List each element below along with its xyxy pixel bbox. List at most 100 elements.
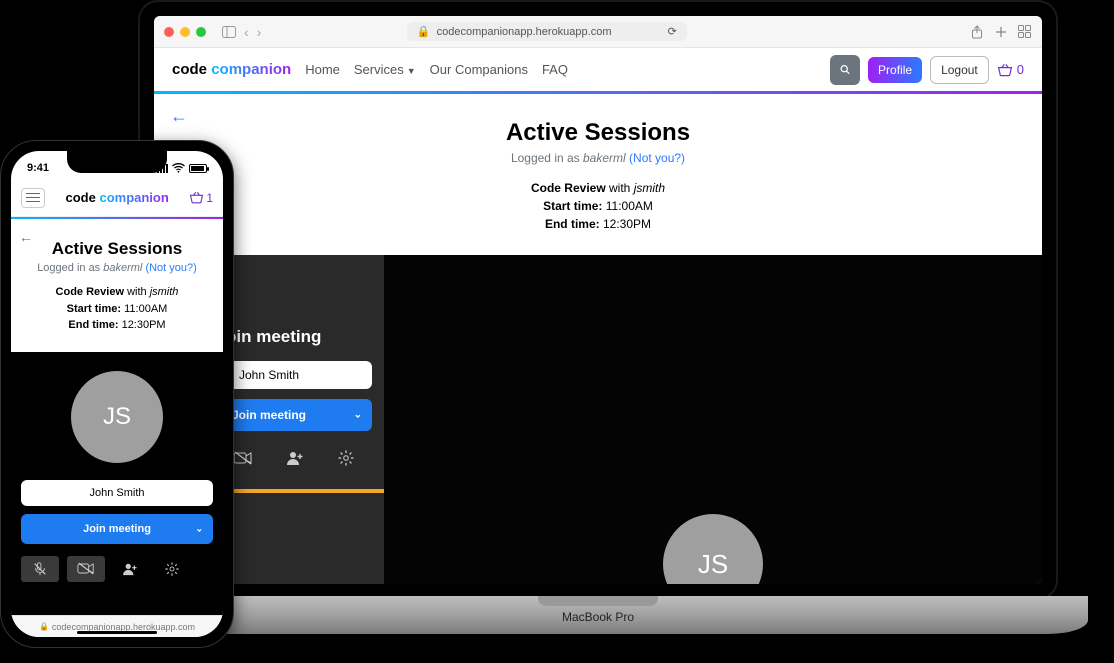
lock-icon: 🔒 (417, 25, 431, 38)
brand-text-2: companion (99, 190, 168, 205)
browser-back-button[interactable]: ‹ (244, 24, 249, 40)
session-type: Code Review (531, 181, 606, 195)
nav-home[interactable]: Home (305, 62, 340, 77)
end-label: End time: (545, 217, 600, 231)
phone-mic-off-icon[interactable] (21, 556, 59, 582)
tab-overview-icon[interactable] (1018, 25, 1032, 39)
phone-bottom-bar: codecompanionapp.herokuapp.com (11, 615, 223, 637)
logged-user: bakerml (583, 151, 626, 165)
phone-video-area: JS John Smith Join meeting ⌄ (11, 352, 223, 616)
search-icon (840, 63, 850, 76)
join-button-label: Join meeting (232, 408, 306, 422)
phone-cart[interactable]: 1 (189, 191, 213, 205)
page-content: ← Active Sessions Logged in as bakerml (… (154, 94, 1042, 584)
nav-faq[interactable]: FAQ (542, 62, 568, 77)
phone-add-person-icon[interactable] (113, 556, 147, 582)
window-close[interactable] (164, 27, 174, 37)
laptop-device: ‹ › 🔒 codecompanionapp.herokuapp.com ⟳ (108, 0, 1088, 644)
brand-logo[interactable]: code companion (172, 61, 291, 78)
page-title: Active Sessions (154, 119, 1042, 147)
phone-join-meeting-button[interactable]: Join meeting ⌄ (21, 514, 213, 544)
phone-camera-off-icon[interactable] (67, 556, 105, 582)
phone-logged-row: Logged in as bakerml (Not you?) (23, 262, 211, 274)
brand-text-1: code (172, 61, 211, 78)
chevron-down-icon: ⌄ (354, 410, 362, 421)
window-minimize[interactable] (180, 27, 190, 37)
cart-count: 0 (1017, 62, 1024, 77)
start-value: 11:00AM (602, 199, 652, 213)
new-tab-icon[interactable] (994, 25, 1008, 39)
phone-end-value: 12:30PM (119, 319, 166, 331)
nav-companions[interactable]: Our Companions (430, 62, 528, 77)
phone-session-type: Code Review (56, 286, 124, 298)
phone-meeting-controls (21, 556, 213, 582)
phone-page-content: ← Active Sessions Logged in as bakerml (… (11, 219, 223, 344)
end-value: 12:30PM (600, 217, 651, 231)
phone-avatar-initials: JS (103, 403, 131, 431)
window-maximize[interactable] (196, 27, 206, 37)
refresh-icon[interactable]: ⟳ (668, 25, 677, 38)
laptop-hinge-notch (538, 596, 658, 606)
window-controls (164, 27, 206, 37)
brand-text-1: code (66, 190, 100, 205)
phone-join-label: Join meeting (83, 523, 151, 535)
avatar: JS (663, 514, 763, 584)
phone-url: codecompanionapp.herokuapp.com (52, 622, 195, 632)
phone-nav: code companion 1 (11, 179, 223, 217)
nav-services[interactable]: Services▼ (354, 62, 416, 77)
logout-button[interactable]: Logout (930, 56, 989, 84)
phone-logged-prefix: Logged in as (37, 262, 103, 274)
profile-button[interactable]: Profile (868, 57, 922, 83)
logged-prefix: Logged in as (511, 151, 583, 165)
phone-settings-icon[interactable] (155, 556, 189, 582)
session-info: Code Review with jsmith Start time: 11:0… (154, 179, 1042, 233)
browser-toolbar: ‹ › 🔒 codecompanionapp.herokuapp.com ⟳ (154, 16, 1042, 48)
phone-brand-logo[interactable]: code companion (66, 190, 169, 205)
phone-end-label: End time: (68, 319, 118, 331)
phone-not-you-link[interactable]: (Not you?) (145, 262, 196, 274)
camera-off-icon[interactable] (232, 447, 254, 469)
phone-session-info: Code Review with jsmith Start time: 11:0… (23, 284, 211, 334)
phone-avatar: JS (71, 371, 163, 463)
share-icon[interactable] (970, 25, 984, 39)
status-time: 9:41 (27, 162, 49, 174)
search-button[interactable] (830, 55, 860, 85)
brand-text-2: companion (211, 61, 291, 78)
url-text: codecompanionapp.herokuapp.com (437, 26, 612, 38)
video-stage: JS (384, 255, 1042, 584)
phone-session-companion: jsmith (150, 286, 179, 298)
phone-logged-user: bakerml (103, 262, 142, 274)
phone-notch (67, 151, 167, 173)
phone-video-stage: JS (21, 362, 213, 472)
phone-session-with: with (124, 286, 150, 298)
basket-icon (189, 191, 204, 204)
session-with: with (606, 181, 634, 195)
add-person-icon[interactable] (284, 447, 306, 469)
laptop-base: MacBook Pro (108, 596, 1088, 634)
phone-start-value: 11:00AM (121, 303, 167, 315)
basket-icon (997, 63, 1013, 77)
session-companion: jsmith (634, 181, 665, 195)
start-label: Start time: (543, 199, 602, 213)
phone-participant-name-input[interactable]: John Smith (21, 480, 213, 506)
sidebar-toggle-icon[interactable] (222, 25, 236, 39)
chevron-down-icon: ⌄ (195, 523, 203, 534)
not-you-link[interactable]: (Not you?) (629, 151, 685, 165)
nav-services-label: Services (354, 62, 404, 77)
video-area: Join meeting John Smith Join meeting ⌄ (154, 255, 1042, 584)
phone-start-label: Start time: (67, 303, 121, 315)
site-nav: code companion Home Services▼ Our Compan… (154, 48, 1042, 94)
hamburger-menu[interactable] (21, 188, 45, 208)
browser-forward-button[interactable]: › (257, 24, 262, 40)
battery-icon (189, 164, 207, 173)
wifi-icon (172, 163, 185, 173)
settings-icon[interactable] (335, 447, 357, 469)
chevron-down-icon: ▼ (407, 66, 416, 76)
phone-page-title: Active Sessions (23, 239, 211, 259)
phone-cart-count: 1 (206, 191, 213, 205)
address-bar[interactable]: 🔒 codecompanionapp.herokuapp.com ⟳ (407, 22, 687, 41)
laptop-screen: ‹ › 🔒 codecompanionapp.herokuapp.com ⟳ (138, 0, 1058, 600)
avatar-initials: JS (698, 549, 728, 580)
phone-device: 9:41 code companion 1 ← Active Sessions (0, 140, 234, 648)
cart[interactable]: 0 (997, 62, 1024, 77)
